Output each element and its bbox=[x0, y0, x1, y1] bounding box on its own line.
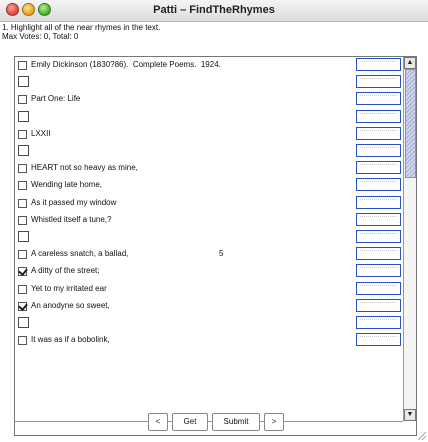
line-checkbox[interactable] bbox=[18, 95, 27, 105]
line-checkbox[interactable] bbox=[18, 76, 29, 88]
line-text: A ditty of the street; bbox=[31, 266, 100, 276]
line-text: Yet to my irritated ear bbox=[31, 283, 107, 293]
line-vote-field[interactable] bbox=[356, 281, 401, 295]
line-text: A careless snatch, a ballad, bbox=[31, 249, 129, 259]
poem-line[interactable]: Wending late home, bbox=[15, 177, 356, 194]
poem-lines: Emily Dickinson (1830?86). Complete Poem… bbox=[15, 57, 356, 421]
submit-button[interactable]: Submit bbox=[212, 413, 260, 431]
line-vote-field[interactable] bbox=[356, 109, 401, 123]
line-text: Emily Dickinson (1830?86). Complete Poem… bbox=[31, 60, 221, 69]
line-vote-field[interactable] bbox=[356, 230, 401, 243]
prev-button[interactable]: < bbox=[148, 413, 168, 431]
line-checkbox[interactable] bbox=[18, 181, 27, 191]
poem-line[interactable]: Whistled itself a tune,? bbox=[15, 212, 356, 229]
line-checkbox[interactable] bbox=[18, 284, 27, 294]
line-checkbox[interactable] bbox=[18, 317, 29, 328]
resize-grip-icon[interactable] bbox=[418, 432, 426, 440]
line-checkbox[interactable] bbox=[18, 145, 29, 156]
poem-line[interactable] bbox=[15, 229, 356, 246]
poem-line[interactable]: LXXII bbox=[15, 126, 356, 143]
line-checkbox[interactable] bbox=[18, 110, 29, 122]
poem-line[interactable] bbox=[15, 315, 356, 332]
line-checkbox[interactable] bbox=[18, 336, 27, 346]
line-checkbox[interactable] bbox=[18, 250, 27, 260]
get-button[interactable]: Get bbox=[172, 413, 208, 431]
poem-line[interactable]: An anodyne so sweet, bbox=[15, 298, 356, 315]
line-text: Wending late home, bbox=[31, 180, 103, 190]
vertical-scrollbar[interactable]: ▲ ▼ bbox=[403, 57, 416, 421]
votes-text: Max Votes: 0, Total: 0 bbox=[2, 32, 79, 41]
line-checkbox[interactable] bbox=[18, 231, 29, 242]
poem-line[interactable]: A ditty of the street; bbox=[15, 263, 356, 280]
line-checkbox[interactable] bbox=[18, 164, 27, 174]
line-checkbox[interactable] bbox=[18, 61, 27, 70]
line-text: An anodyne so sweet, bbox=[31, 300, 110, 310]
line-vote-field[interactable] bbox=[356, 264, 401, 278]
line-checkbox[interactable] bbox=[18, 215, 27, 225]
poem-line[interactable]: As it passed my window bbox=[15, 195, 356, 212]
next-button[interactable]: > bbox=[264, 413, 284, 431]
line-checkbox[interactable] bbox=[18, 198, 27, 208]
line-vote-field[interactable] bbox=[356, 316, 401, 329]
poem-line[interactable]: Yet to my irritated ear bbox=[15, 281, 356, 298]
poem-line[interactable] bbox=[15, 74, 356, 91]
line-text: HEART not so heavy as mine, bbox=[31, 163, 138, 173]
line-text: It was as if a bobolink, bbox=[31, 335, 110, 345]
title-bar[interactable]: Patti – FindTheRhymes bbox=[0, 0, 428, 22]
line-vote-field[interactable] bbox=[356, 58, 401, 71]
instruction-text: 1. Highlight all of the near rhymes in t… bbox=[2, 23, 161, 32]
poem-line[interactable]: Part One: Life bbox=[15, 91, 356, 108]
line-text: Part One: Life bbox=[31, 94, 81, 104]
poem-line[interactable] bbox=[15, 143, 356, 160]
line-vote-field[interactable] bbox=[356, 126, 401, 140]
poem-line[interactable]: A careless snatch, a ballad, 5 bbox=[15, 246, 356, 263]
line-vote-field[interactable] bbox=[356, 298, 401, 312]
poem-panel: Emily Dickinson (1830?86). Complete Poem… bbox=[14, 56, 417, 436]
poem-line[interactable]: It was as if a bobolink, bbox=[15, 332, 356, 349]
line-text: As it passed my window bbox=[31, 197, 117, 207]
line-vote-field[interactable] bbox=[356, 178, 401, 192]
line-fields bbox=[356, 57, 401, 421]
line-vote-field[interactable] bbox=[356, 92, 401, 106]
line-vote-field[interactable] bbox=[356, 75, 401, 89]
poem-line[interactable]: HEART not so heavy as mine, bbox=[15, 160, 356, 177]
scroll-thumb[interactable] bbox=[405, 69, 416, 178]
line-vote-field[interactable] bbox=[356, 195, 401, 209]
line-checkbox[interactable] bbox=[18, 301, 27, 311]
line-number: 5 bbox=[219, 249, 224, 259]
button-bar: < Get Submit > bbox=[0, 412, 428, 432]
chevron-up-icon[interactable]: ▲ bbox=[404, 57, 416, 69]
line-vote-field[interactable] bbox=[356, 333, 401, 347]
line-vote-field[interactable] bbox=[356, 247, 401, 261]
poem-line[interactable] bbox=[15, 109, 356, 126]
line-checkbox[interactable] bbox=[18, 129, 27, 139]
line-vote-field[interactable] bbox=[356, 144, 401, 157]
poem-line[interactable]: Emily Dickinson (1830?86). Complete Poem… bbox=[15, 57, 356, 74]
line-text: Whistled itself a tune,? bbox=[31, 214, 112, 224]
window-title: Patti – FindTheRhymes bbox=[153, 4, 275, 16]
line-vote-field[interactable] bbox=[356, 161, 401, 175]
line-text: LXXII bbox=[31, 128, 51, 138]
line-vote-field[interactable] bbox=[356, 212, 401, 226]
line-checkbox[interactable] bbox=[18, 267, 27, 277]
